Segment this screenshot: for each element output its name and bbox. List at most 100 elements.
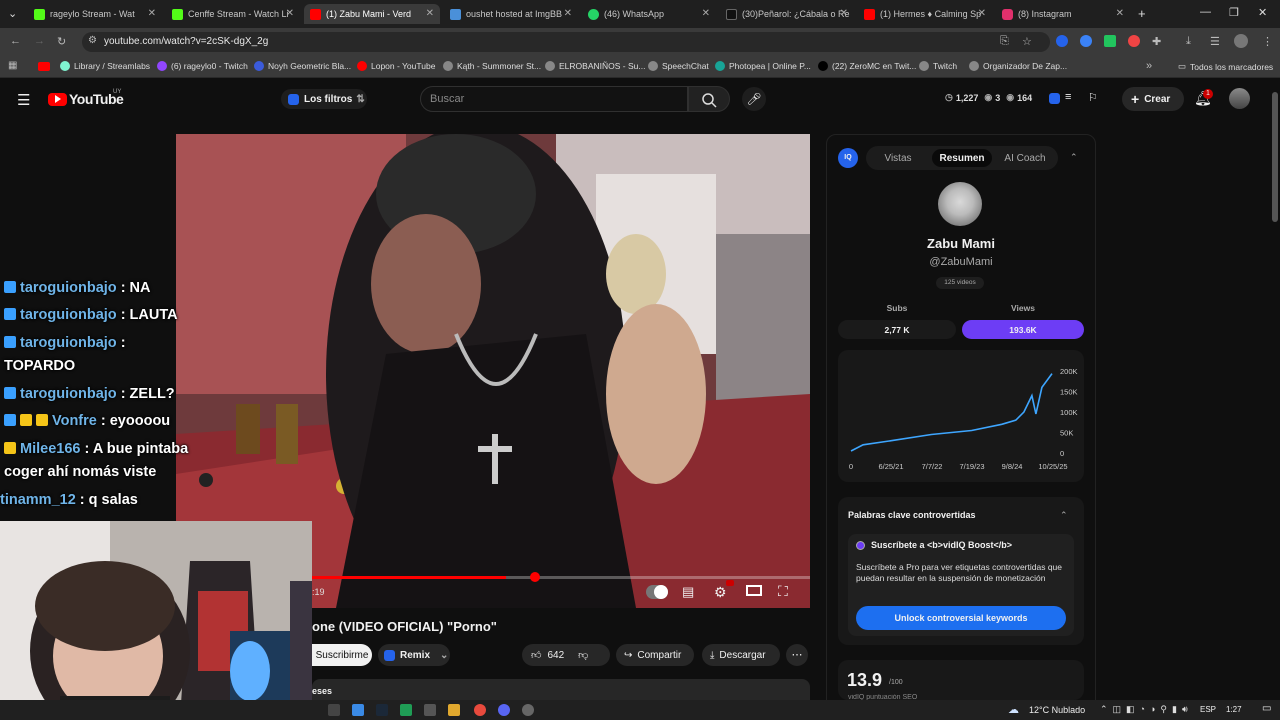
taskbar-app-icon[interactable] (400, 704, 412, 716)
notifications-icon[interactable]: ▭ (1262, 703, 1271, 714)
site-info-icon[interactable]: ⚙ (88, 35, 97, 46)
extensions-puzzle-icon[interactable]: ✚ (1152, 35, 1161, 48)
close-icon[interactable]: ✕ (148, 8, 156, 19)
share-button[interactable]: ↪ Compartir (616, 644, 694, 666)
taskbar-app-icon[interactable] (448, 704, 460, 716)
restore-icon[interactable]: ❐ (1229, 6, 1239, 19)
theater-mode-icon[interactable] (746, 585, 762, 596)
like-icon[interactable]: 👍︎ (531, 649, 541, 661)
system-tray-icons[interactable]: ⌃◫◧◔◑⚲▮🔊︎ (1100, 704, 1193, 715)
all-bookmarks[interactable]: ▭ Todos los marcadores (1178, 61, 1273, 72)
collapse-chevron-icon[interactable]: ⌃ (1070, 152, 1078, 163)
account-avatar[interactable] (1229, 88, 1250, 109)
bookmark-item[interactable]: SpeechChat (648, 61, 709, 71)
vidiq-achievements-icon[interactable]: ⚐ (1088, 91, 1098, 104)
back-icon[interactable]: ← (10, 35, 21, 47)
channel-name[interactable]: Zabu Mami (836, 236, 1086, 251)
channel-avatar[interactable] (938, 182, 982, 226)
taskbar-app-icon[interactable] (352, 704, 364, 716)
autoplay-toggle[interactable] (646, 585, 668, 599)
remix-button[interactable]: Remix ⌄ (378, 644, 450, 666)
bookmark-item[interactable]: Organizador De Zap... (969, 61, 1067, 71)
bookmark-item[interactable]: Noyh Geometric Bla... (254, 61, 351, 71)
new-tab-icon[interactable]: + (1138, 6, 1146, 21)
close-icon[interactable]: ✕ (564, 8, 572, 19)
forward-icon[interactable]: → (34, 35, 45, 47)
close-icon[interactable]: ✕ (286, 8, 294, 19)
window-close-icon[interactable]: ✕ (1258, 6, 1267, 19)
browser-tab-active[interactable]: (1) Zabu Mami - Verd ✕ (304, 4, 440, 24)
extension-icon[interactable] (1080, 35, 1092, 47)
bookmark-item[interactable]: Lopon - YouTube (357, 61, 435, 71)
browser-tab[interactable]: (8) Instagram ✕ (996, 4, 1130, 24)
bookmark-item[interactable]: Photopea | Online P... (715, 61, 811, 71)
subs-toggle[interactable]: 2,77 K (838, 320, 956, 339)
collapse-chevron-icon[interactable]: ⌃ (1060, 510, 1068, 521)
tab-search-icon[interactable]: ⌄ (8, 7, 17, 20)
download-button[interactable]: ⤓ Descargar (702, 644, 780, 666)
bookmark-item[interactable]: ELROBANIÑOS - Su... (545, 61, 645, 71)
search-button[interactable] (688, 86, 730, 112)
settings-gear-icon[interactable]: ⚙ (714, 584, 727, 601)
discord-icon[interactable] (498, 704, 510, 716)
browser-tab[interactable]: oushet hosted at ImgBB ✕ (444, 4, 578, 24)
close-icon[interactable]: ✕ (840, 8, 848, 19)
browser-tab[interactable]: rageylo Stream - Wat ✕ (28, 4, 162, 24)
browser-tab[interactable]: (30)Peñarol: ¿Cábala o Re ✕ (720, 4, 854, 24)
reload-icon[interactable]: ↻ (57, 35, 66, 48)
bookmark-item[interactable]: Library / Streamlabs (60, 61, 150, 71)
weather-text[interactable]: 12°C Nublado (1029, 705, 1085, 715)
browser-tab[interactable]: Cenffe Stream - Watch Li ✕ (166, 4, 300, 24)
taskbar-app-icon[interactable] (424, 704, 436, 716)
list-icon[interactable]: ≡ (1065, 91, 1071, 103)
description-box[interactable]: eses (312, 679, 810, 700)
more-actions-button[interactable]: ⋯ (786, 644, 808, 666)
progress-scrubber[interactable] (530, 572, 540, 582)
extension-icon[interactable] (1128, 35, 1140, 47)
create-button[interactable]: + Crear (1122, 87, 1184, 111)
tab-search-icon[interactable]: ☰ (1210, 35, 1220, 48)
tab-resumen[interactable]: Resumen (932, 149, 992, 167)
obs-icon[interactable] (522, 704, 534, 716)
youtube-logo-icon[interactable] (48, 93, 67, 106)
close-icon[interactable]: ✕ (978, 8, 986, 19)
url-text[interactable]: youtube.com/watch?v=2cSK-dgX_2g (104, 36, 268, 47)
menu-icon[interactable]: ⋮ (1262, 35, 1273, 48)
vidiq-filters-button[interactable]: Los filtros ⇅ (281, 89, 367, 109)
vidiq-icon[interactable] (1049, 93, 1060, 104)
close-icon[interactable]: ✕ (702, 8, 710, 19)
page-scrollbar[interactable] (1272, 92, 1278, 222)
chrome-icon[interactable] (474, 704, 486, 716)
taskbar-app-icon[interactable] (328, 704, 340, 716)
bookmark-item[interactable]: (22) ZeroMC en Twit... (818, 61, 916, 71)
bookmark-item[interactable]: Kąth - Summoner St... (443, 61, 541, 71)
download-icon[interactable]: ⤓ (1186, 35, 1191, 48)
close-icon[interactable]: ✕ (1116, 8, 1124, 19)
minimize-icon[interactable]: — (1200, 6, 1211, 18)
apps-grid-icon[interactable]: ▦ (8, 60, 17, 71)
search-input[interactable]: Buscar (420, 86, 688, 112)
fullscreen-icon[interactable]: ⛶ (778, 583, 788, 600)
unlock-keywords-button[interactable]: Unlock controversial keywords (856, 606, 1066, 630)
bookmark-star-icon[interactable]: ☆ (1022, 35, 1032, 48)
steam-icon[interactable] (376, 704, 388, 716)
bookmark-item[interactable]: (6) rageylo0 - Twitch (157, 61, 248, 71)
browser-tab[interactable]: (46) WhatsApp ✕ (582, 4, 716, 24)
extension-icon[interactable] (1104, 35, 1116, 47)
tab-vistas[interactable]: Vistas (870, 149, 926, 167)
vidiq-extension-icon[interactable] (1056, 35, 1068, 47)
youtube-icon[interactable] (38, 62, 50, 71)
more-bookmarks-icon[interactable]: » (1146, 60, 1152, 72)
install-icon[interactable]: ⎘ (1000, 35, 1009, 48)
dislike-icon[interactable]: 👎︎ (578, 649, 588, 661)
clock-time[interactable]: 1:27 (1226, 705, 1242, 714)
language-indicator[interactable]: ESP (1200, 705, 1216, 714)
tab-ai-coach[interactable]: AI Coach (996, 149, 1054, 167)
bookmark-item[interactable]: Twitch (919, 61, 957, 71)
profile-avatar[interactable] (1234, 34, 1248, 48)
subscribe-button[interactable]: Suscribirme (312, 644, 372, 666)
close-icon[interactable]: ✕ (426, 8, 434, 19)
subtitles-icon[interactable]: ▤ (682, 584, 694, 600)
voice-search-button[interactable]: 🎤︎ (742, 87, 766, 111)
views-toggle[interactable]: 193.6K (962, 320, 1084, 339)
